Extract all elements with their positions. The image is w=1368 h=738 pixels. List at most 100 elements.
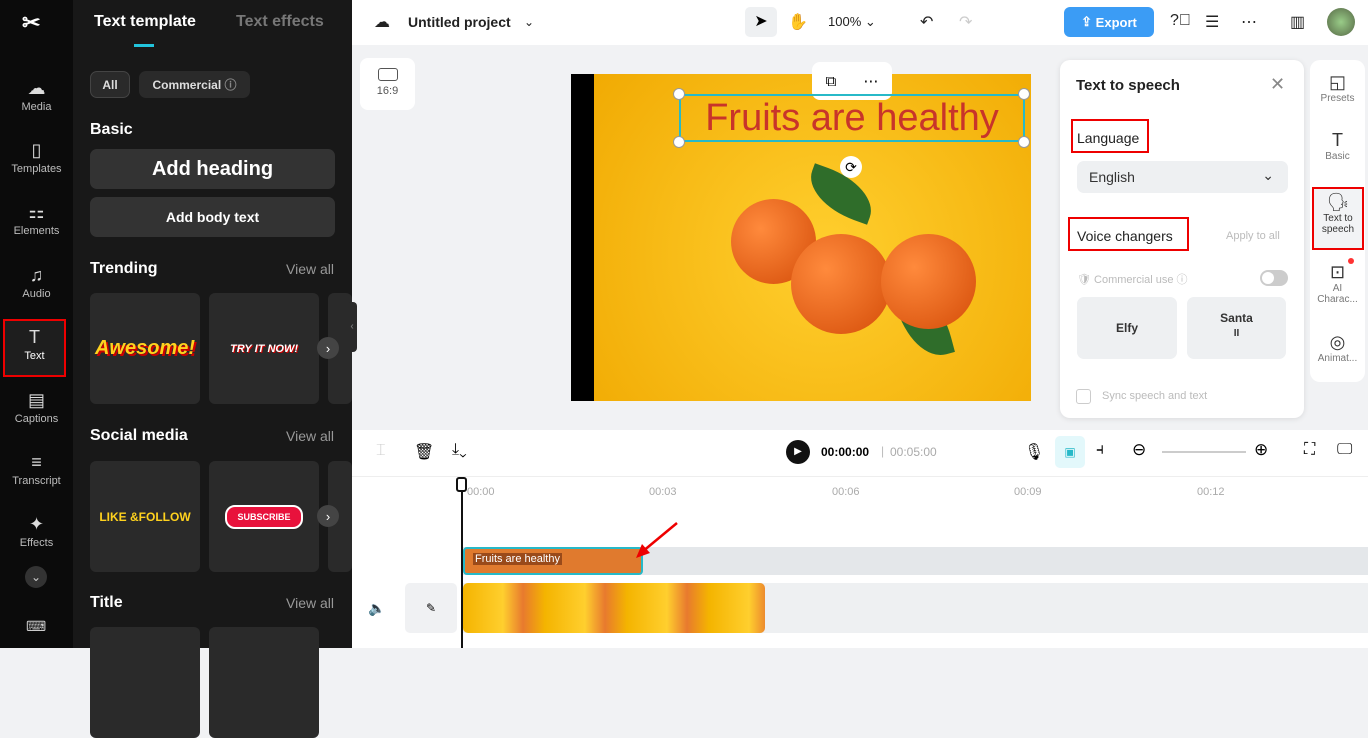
playhead-handle[interactable]: [456, 477, 467, 492]
export-button[interactable]: ⇪ Export: [1064, 7, 1154, 37]
export-label: Export: [1095, 14, 1137, 30]
more-icon[interactable]: ⋯: [1241, 12, 1257, 32]
expand-icon[interactable]: ⌄: [25, 566, 47, 588]
capcut-logo: ✂: [22, 10, 41, 35]
rr-ai-character[interactable]: ⊡ AI Charac...: [1310, 262, 1365, 305]
delete-icon[interactable]: 🗑: [414, 442, 434, 462]
project-title[interactable]: Untitled project: [408, 14, 511, 30]
total-time: 00:05:00: [890, 445, 937, 459]
tab-text-effects[interactable]: Text effects: [236, 13, 324, 31]
resize-handle[interactable]: [673, 88, 685, 100]
video-clip[interactable]: [463, 583, 765, 633]
voice-card-elfy[interactable]: Elfy: [1077, 297, 1177, 359]
collapse-panel-handle[interactable]: ‹: [347, 302, 357, 352]
tab-text-template[interactable]: Text template: [94, 13, 196, 31]
keyboard-icon[interactable]: ⌨: [26, 618, 46, 635]
rr-text-to-speech[interactable]: 🗣 Text to speech: [1312, 187, 1364, 250]
info-icon: ⓘ: [224, 78, 237, 92]
text-to-speech-panel: Text to speech ✕ Language English ⌄ Voice…: [1060, 60, 1304, 418]
zoom-in-icon[interactable]: ⊕: [1254, 440, 1268, 460]
social-view-all[interactable]: View all: [286, 428, 334, 444]
template-thumb[interactable]: [209, 627, 319, 738]
zoom-select[interactable]: 100% ⌄: [828, 14, 876, 30]
title-view-all[interactable]: View all: [286, 595, 334, 611]
rail-captions[interactable]: ▤ Captions: [0, 390, 73, 425]
help-icon[interactable]: ?⃝: [1170, 12, 1191, 30]
select-tool-icon[interactable]: ➤: [745, 7, 777, 37]
rail-audio[interactable]: ♫ Audio: [0, 265, 73, 300]
text-clip[interactable]: Fruits are healthy: [463, 547, 643, 575]
trending-view-all[interactable]: View all: [286, 261, 334, 277]
aspect-ratio-button[interactable]: 16:9: [360, 58, 415, 110]
template-thumb[interactable]: TRY IT NOW!: [209, 293, 319, 404]
rr-label: Animat...: [1317, 353, 1358, 364]
template-thumb[interactable]: [90, 627, 200, 738]
monitor-icon[interactable]: 🖵: [1337, 441, 1352, 459]
rail-label: Elements: [13, 225, 60, 237]
presets-icon: ◱: [1328, 72, 1346, 92]
rail-transcript[interactable]: ≡ Transcript: [0, 452, 73, 487]
zoom-out-icon[interactable]: ⊖: [1132, 440, 1146, 460]
playhead[interactable]: [461, 477, 463, 648]
layers-icon[interactable]: ☰: [1205, 12, 1219, 32]
template-thumb[interactable]: LIKE &FOLLOW: [90, 461, 200, 572]
rotate-icon[interactable]: ⟳: [840, 156, 862, 178]
add-body-text-button[interactable]: Add body text: [90, 197, 335, 237]
ratio-icon: [377, 68, 398, 81]
filter-commercial[interactable]: Commercial ⓘ: [139, 71, 250, 98]
sync-checkbox[interactable]: [1076, 389, 1091, 404]
rail-media[interactable]: ☁ Media: [0, 78, 73, 113]
rail-elements[interactable]: ⚏ Elements: [0, 202, 73, 237]
microphone-icon[interactable]: 🎙: [1024, 442, 1044, 462]
template-thumb[interactable]: SUBSCRIBE: [209, 461, 319, 572]
fullscreen-icon[interactable]: ⛶: [1304, 441, 1315, 459]
resize-handle[interactable]: [1018, 136, 1030, 148]
apply-to-all-button[interactable]: Apply to all: [1226, 230, 1280, 242]
hand-tool-icon[interactable]: ✋: [788, 12, 808, 32]
rail-effects[interactable]: ✦ Effects: [0, 514, 73, 549]
chevron-down-icon: ⌄: [1262, 167, 1274, 183]
commercial-toggle[interactable]: [1260, 270, 1288, 286]
letterbox: [571, 74, 594, 401]
edit-cover-button[interactable]: ✎: [405, 583, 457, 633]
undo-icon[interactable]: ↶: [920, 12, 933, 32]
download-icon[interactable]: ⤓⌄: [452, 441, 467, 459]
chevron-down-icon[interactable]: ⌄: [524, 15, 534, 29]
social-heading: Social media: [90, 427, 188, 444]
rail-label: Transcript: [12, 475, 61, 487]
music-icon: ♫: [29, 265, 44, 285]
text-overlay[interactable]: Fruits are healthy: [679, 94, 1025, 142]
redo-icon[interactable]: ↷: [959, 12, 972, 32]
layout-icon[interactable]: ▥: [1290, 12, 1305, 32]
template-thumb[interactable]: Awesome!: [90, 293, 200, 404]
top-bar: ☁ Untitled project ⌄ ➤ ✋ 100% ⌄ ↶ ↷ ⇪ Ex…: [352, 0, 1368, 45]
language-select[interactable]: English ⌄: [1077, 161, 1288, 193]
filter-all[interactable]: All: [90, 71, 130, 98]
resize-handle[interactable]: [1018, 88, 1030, 100]
rr-label: Basic: [1325, 151, 1350, 162]
split-icon[interactable]: ⌶: [376, 442, 386, 460]
avatar[interactable]: [1327, 8, 1355, 36]
zoom-slider[interactable]: [1162, 451, 1246, 453]
more-icon[interactable]: ⋯: [863, 72, 878, 90]
rr-presets[interactable]: ◱ Presets: [1310, 72, 1365, 104]
rr-basic[interactable]: T Basic: [1310, 130, 1365, 162]
rail-text[interactable]: T Text: [3, 319, 66, 377]
magnet-icon[interactable]: ▣: [1055, 436, 1085, 468]
duplicate-icon[interactable]: ⧉: [826, 73, 837, 90]
chevron-right-icon[interactable]: ›: [317, 505, 339, 527]
voice-card-santa[interactable]: Santa II: [1187, 297, 1286, 359]
tick-label: 00:09: [1014, 486, 1042, 498]
rr-animation[interactable]: ◎ Animat...: [1310, 332, 1365, 364]
time-divider: |: [881, 444, 885, 458]
close-icon[interactable]: ✕: [1270, 74, 1285, 95]
add-heading-button[interactable]: Add heading: [90, 149, 335, 189]
chevron-right-icon[interactable]: ›: [317, 337, 339, 359]
resize-handle[interactable]: [673, 136, 685, 148]
right-rail: ◱ Presets T Basic 🗣 Text to speech ⊡ AI Char…: [1310, 60, 1365, 382]
split-align-icon[interactable]: ⫞: [1096, 441, 1104, 459]
notification-dot: [1348, 258, 1354, 264]
rail-templates[interactable]: ▯ Templates: [0, 140, 73, 175]
volume-icon[interactable]: 🔈: [368, 600, 385, 617]
play-button[interactable]: ▶: [786, 440, 810, 464]
